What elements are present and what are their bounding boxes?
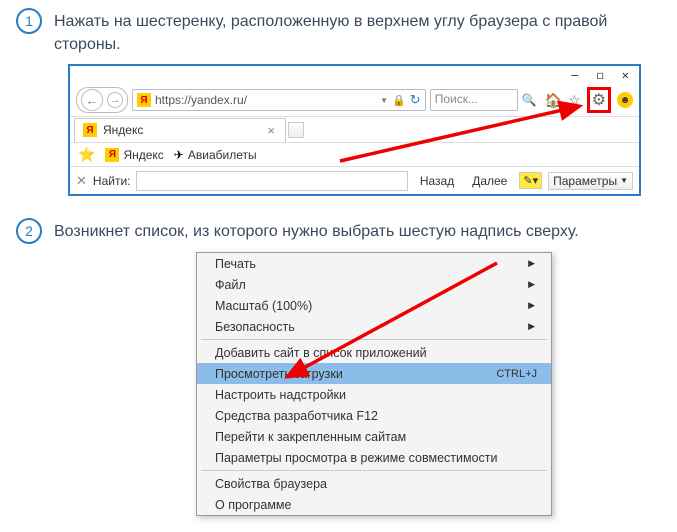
bookmark-label-2: Авиабилеты <box>188 148 257 162</box>
chevron-right-icon: ▶ <box>528 258 537 269</box>
maximize-button[interactable]: ◻ <box>597 68 604 82</box>
find-back-button[interactable]: Назад <box>414 173 460 189</box>
settings-menu: Печать▶ Файл▶ Масштаб (100%)▶ Безопаснос… <box>196 252 552 516</box>
find-params-button[interactable]: Параметры ▼ <box>548 172 633 190</box>
menu-compat[interactable]: Параметры просмотра в режиме совместимос… <box>197 447 551 468</box>
minimize-button[interactable]: — <box>571 68 578 82</box>
search-button[interactable]: 🔍 <box>522 93 537 107</box>
menu-file[interactable]: Файл▶ <box>197 274 551 295</box>
bookmark-yandex[interactable]: Я Яндекс <box>105 148 163 162</box>
find-next-button[interactable]: Далее <box>466 173 513 189</box>
refresh-button[interactable]: ↻ <box>410 92 421 108</box>
instruction-2: 2 Возникнет список, из которого нужно вы… <box>0 210 677 246</box>
tab-logo-icon: Я <box>83 123 97 137</box>
menu-browser-props[interactable]: Свойства браузера <box>197 473 551 494</box>
menu-addons[interactable]: Настроить надстройки <box>197 384 551 405</box>
instruction-1: 1 Нажать на шестеренку, расположенную в … <box>0 0 677 58</box>
lock-icon: 🔒 <box>392 94 406 107</box>
find-close-icon[interactable]: ✕ <box>76 173 87 189</box>
home-icon[interactable]: 🏠 <box>545 92 562 109</box>
menu-pinned[interactable]: Перейти к закрепленным сайтам <box>197 426 551 447</box>
menu-about[interactable]: О программе <box>197 494 551 515</box>
chevron-right-icon: ▶ <box>528 300 537 311</box>
menu-security[interactable]: Безопасность▶ <box>197 316 551 337</box>
smiley-icon[interactable]: ☻ <box>617 92 633 108</box>
site-logo-icon: Я <box>137 93 151 107</box>
close-window-button[interactable]: ✕ <box>622 68 629 82</box>
address-bar[interactable]: Я https://yandex.ru/ ▼ 🔒 ↻ <box>132 89 426 111</box>
forward-button[interactable]: → <box>107 92 123 108</box>
menu-separator <box>201 470 547 471</box>
window-controls: — ◻ ✕ <box>70 66 639 84</box>
tab-strip: Я Яндекс × <box>70 116 639 142</box>
menu-view-downloads[interactable]: Просмотреть загрузкиCTRL+J <box>197 363 551 384</box>
find-label: Найти: <box>93 174 131 188</box>
new-tab-button[interactable] <box>288 122 304 138</box>
url-dropdown-icon[interactable]: ▼ <box>380 96 388 105</box>
instruction-text-1: Нажать на шестеренку, расположенную в ве… <box>54 8 661 56</box>
gear-highlight: ⚙ <box>587 87 611 113</box>
find-bar: ✕ Найти: Назад Далее ✎▾ Параметры ▼ <box>70 166 639 194</box>
bookmark-label-1: Яндекс <box>123 148 163 162</box>
plane-icon: ✈ <box>174 148 184 162</box>
menu-separator <box>201 339 547 340</box>
find-params-label: Параметры <box>553 174 617 188</box>
url-text: https://yandex.ru/ <box>155 93 376 107</box>
toolbar-icons: 🏠 ☆ ⚙ ☻ <box>541 87 633 113</box>
search-box[interactable]: Поиск... <box>430 89 518 111</box>
menu-add-site[interactable]: Добавить сайт в список приложений <box>197 342 551 363</box>
chevron-right-icon: ▶ <box>528 321 537 332</box>
step-number-1: 1 <box>16 8 42 34</box>
gear-icon[interactable]: ⚙ <box>592 90 606 110</box>
tab-title: Яндекс <box>103 123 143 137</box>
menu-zoom[interactable]: Масштаб (100%)▶ <box>197 295 551 316</box>
tab-close-button[interactable]: × <box>265 123 277 138</box>
highlight-icon[interactable]: ✎▾ <box>519 172 542 189</box>
step-number-2: 2 <box>16 218 42 244</box>
find-input[interactable] <box>136 171 407 191</box>
browser-window: — ◻ ✕ ← → Я https://yandex.ru/ ▼ 🔒 ↻ Пои… <box>68 64 641 196</box>
bookmarks-bar: ⭐ Я Яндекс ✈ Авиабилеты <box>70 142 639 166</box>
bookmark-avia[interactable]: ✈ Авиабилеты <box>174 148 257 162</box>
tab-yandex[interactable]: Я Яндекс × <box>74 118 286 142</box>
address-bar-row: ← → Я https://yandex.ru/ ▼ 🔒 ↻ Поиск... … <box>70 84 639 116</box>
nav-buttons: ← → <box>76 87 128 113</box>
back-button[interactable]: ← <box>81 89 103 111</box>
bookmark-logo-icon: Я <box>105 148 119 162</box>
favorites-star-icon[interactable]: ⭐ <box>78 146 95 163</box>
menu-devtools[interactable]: Средства разработчика F12 <box>197 405 551 426</box>
instruction-text-2: Возникнет список, из которого нужно выбр… <box>54 218 579 243</box>
menu-shortcut: CTRL+J <box>496 368 537 380</box>
menu-print[interactable]: Печать▶ <box>197 253 551 274</box>
star-icon[interactable]: ☆ <box>568 92 581 109</box>
chevron-right-icon: ▶ <box>528 279 537 290</box>
